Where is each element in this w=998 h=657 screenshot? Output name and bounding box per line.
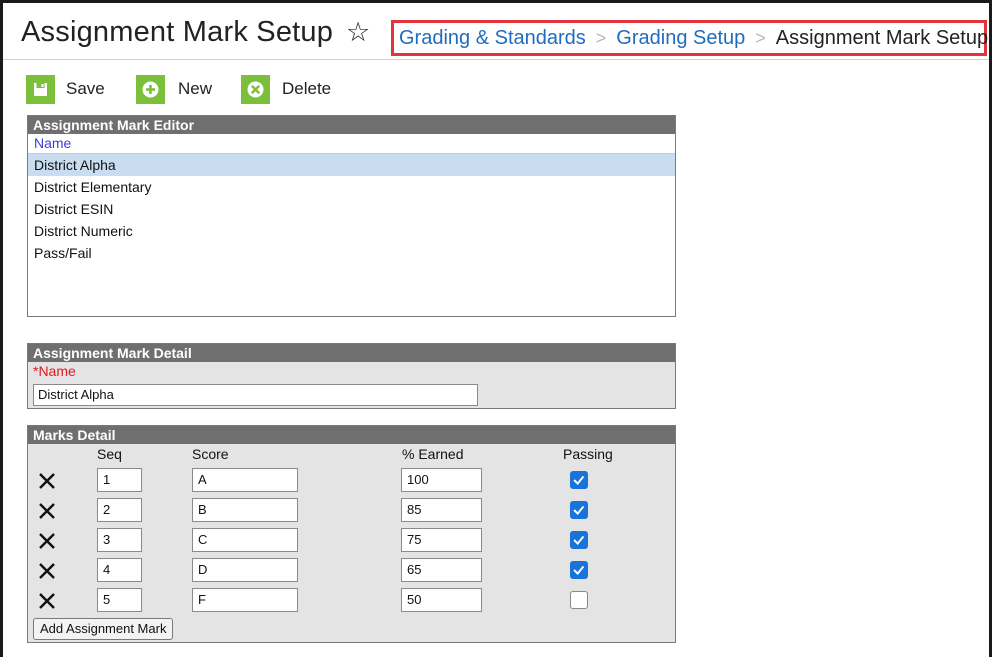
score-input[interactable]: C: [192, 528, 298, 552]
page-title: Assignment Mark Setup: [21, 16, 334, 48]
earned-input[interactable]: 50: [401, 588, 482, 612]
marks-header: Marks Detail: [28, 426, 675, 444]
breadcrumb: Grading & Standards > Grading Setup > As…: [391, 20, 989, 56]
editor-header: Assignment Mark Editor: [28, 116, 675, 134]
plus-icon: [136, 74, 165, 104]
save-icon: [26, 74, 55, 104]
delete-row-icon[interactable]: [36, 500, 58, 522]
mark-row: 1 A 100: [28, 468, 675, 498]
assignment-mark-detail: Assignment Mark Detail *Name District Al…: [27, 343, 676, 409]
delete-label: Delete: [282, 79, 332, 98]
earned-input[interactable]: 85: [401, 498, 482, 522]
seq-input[interactable]: 5: [97, 588, 142, 612]
earned-input[interactable]: 65: [401, 558, 482, 582]
assignment-mark-editor: Assignment Mark Editor Name District Alp…: [27, 115, 676, 317]
list-item[interactable]: District Elementary: [28, 176, 675, 198]
seq-input[interactable]: 3: [97, 528, 142, 552]
mark-row: 4 D 65: [28, 558, 675, 588]
score-column-header: Score: [192, 446, 229, 462]
seq-input[interactable]: 4: [97, 558, 142, 582]
breadcrumb-grading-standards[interactable]: Grading & Standards: [399, 27, 586, 50]
passing-checkbox[interactable]: [570, 531, 588, 549]
star-icon[interactable]: ☆: [346, 17, 370, 47]
name-field-label: *Name: [33, 363, 76, 379]
delete-button[interactable]: Delete: [241, 74, 331, 104]
score-input[interactable]: D: [192, 558, 298, 582]
name-column-header[interactable]: Name: [28, 134, 675, 154]
list-item[interactable]: District Numeric: [28, 220, 675, 242]
list-item[interactable]: District ESIN: [28, 198, 675, 220]
passing-checkbox[interactable]: [570, 471, 588, 489]
marks-detail: Marks Detail Seq Score % Earned Passing …: [27, 425, 676, 643]
seq-input[interactable]: 1: [97, 468, 142, 492]
passing-checkbox[interactable]: [570, 561, 588, 579]
delete-row-icon[interactable]: [36, 470, 58, 492]
mark-row: 5 F 50: [28, 588, 675, 618]
add-assignment-mark-button[interactable]: Add Assignment Mark: [33, 618, 174, 640]
earned-column-header: % Earned: [402, 446, 464, 462]
passing-checkbox[interactable]: [570, 501, 588, 519]
new-label: New: [178, 79, 213, 98]
detail-header: Assignment Mark Detail: [28, 344, 675, 362]
new-button[interactable]: New: [136, 74, 212, 104]
list-item[interactable]: Pass/Fail: [28, 242, 675, 264]
seq-input[interactable]: 2: [97, 498, 142, 522]
score-input[interactable]: F: [192, 588, 298, 612]
delete-icon: [241, 74, 270, 104]
breadcrumb-current: Assignment Mark Setup: [775, 26, 989, 49]
score-input[interactable]: A: [192, 468, 298, 492]
mark-row: 3 C 75: [28, 528, 675, 558]
earned-input[interactable]: 100: [401, 468, 482, 492]
chevron-right-icon: >: [595, 27, 607, 48]
score-input[interactable]: B: [192, 498, 298, 522]
passing-column-header: Passing: [563, 446, 613, 462]
name-field[interactable]: District Alpha: [33, 384, 478, 406]
chevron-right-icon: >: [755, 27, 766, 48]
page-header: Assignment Mark Setup ☆ Grading & Standa…: [3, 3, 989, 60]
mark-row: 2 B 85: [28, 498, 675, 528]
save-label: Save: [66, 79, 105, 98]
list-item[interactable]: District Alpha: [28, 154, 675, 176]
passing-checkbox[interactable]: [570, 591, 588, 609]
earned-input[interactable]: 75: [401, 528, 482, 552]
breadcrumb-grading-setup[interactable]: Grading Setup: [616, 27, 745, 50]
delete-row-icon[interactable]: [36, 590, 58, 612]
delete-row-icon[interactable]: [36, 530, 58, 552]
delete-row-icon[interactable]: [36, 560, 58, 582]
save-button[interactable]: Save: [26, 74, 105, 104]
seq-column-header: Seq: [97, 446, 122, 462]
